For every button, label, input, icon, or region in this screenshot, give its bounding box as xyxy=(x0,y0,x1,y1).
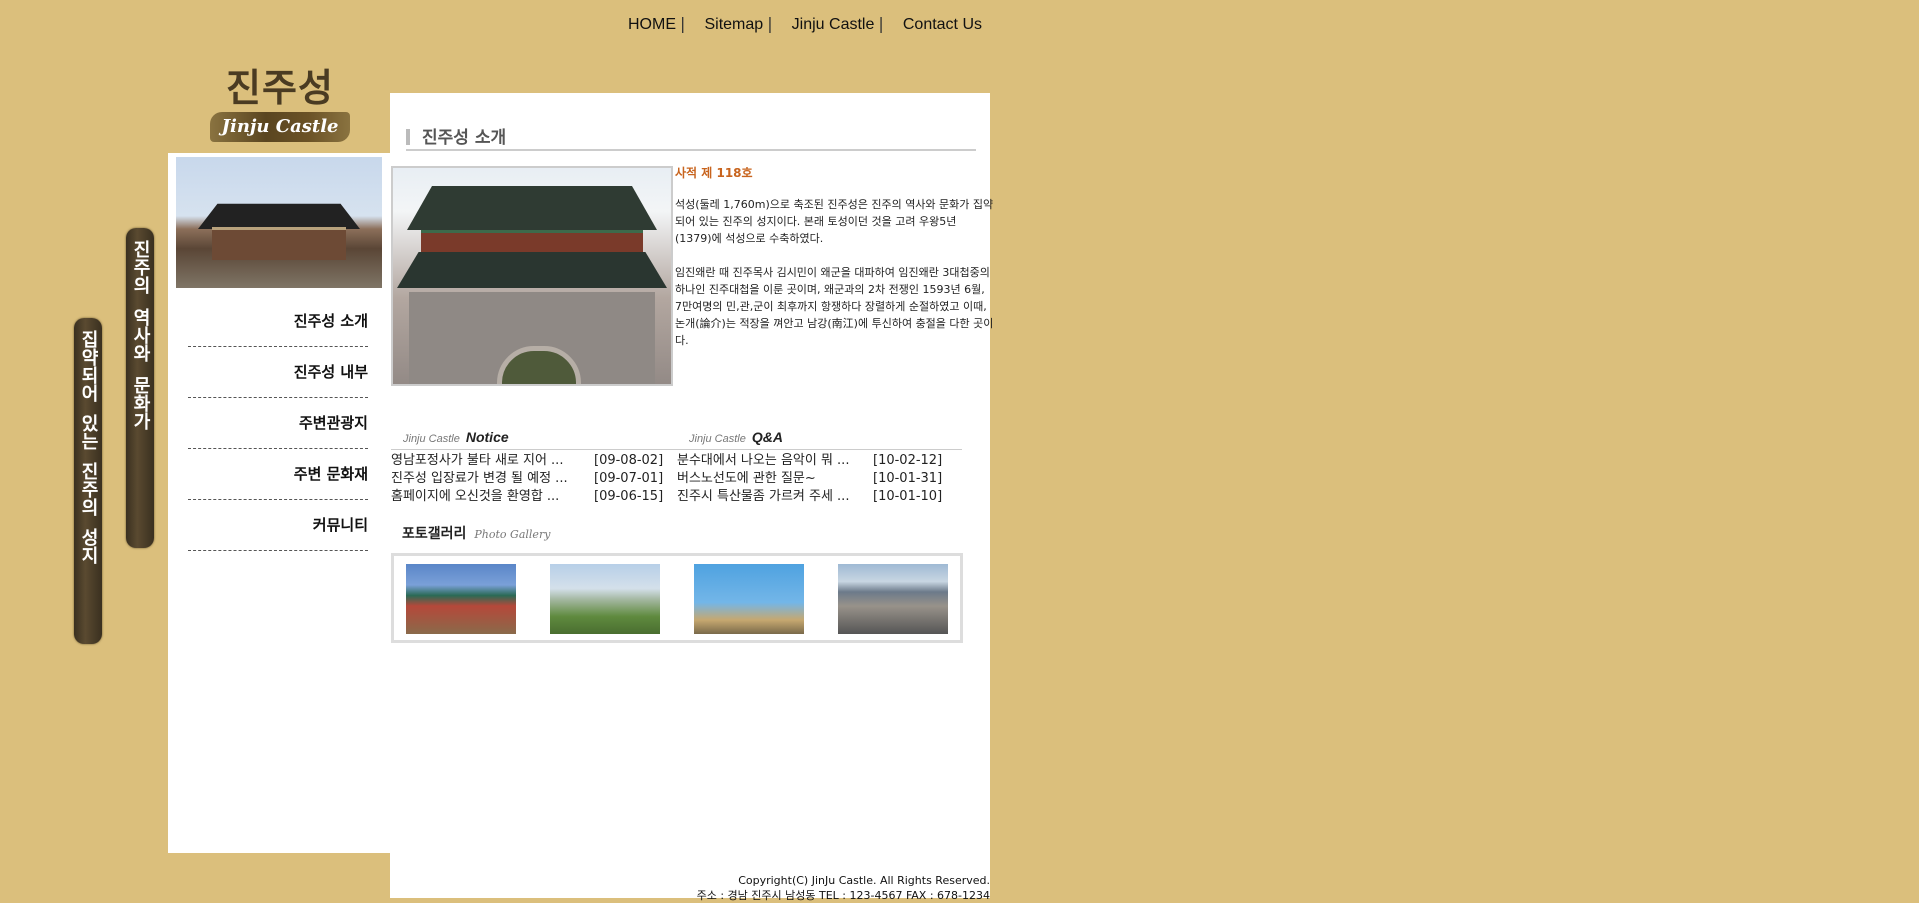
site-logo[interactable]: 진주성 Jinju Castle xyxy=(205,66,355,142)
banner-spacer xyxy=(126,362,154,376)
gallery-subtitle: Photo Gallery xyxy=(474,528,551,541)
pavilion-body xyxy=(212,227,346,260)
section-title-text: 진주성 소개 xyxy=(422,128,507,148)
qna-title: Q&A xyxy=(751,429,783,445)
sidebar-menu: 진주성 소개 진주성 내부 주변관광지 주변 문화재 커뮤니티 xyxy=(188,296,368,551)
description-paragraph-1: 석성(둘레 1,760m)으로 축조된 진주성은 진주의 역사와 문화가 집약되… xyxy=(675,198,994,245)
sidebar-item-nearby-heritage[interactable]: 주변 문화재 xyxy=(188,449,368,500)
banner-spacer xyxy=(74,516,102,528)
castle-description: 사적 제 118호 석성(둘레 1,760m)으로 축조된 진주성은 진주의 역… xyxy=(675,165,995,366)
vertical-banner-history: 진주의 역사와 문화가 xyxy=(126,228,154,548)
logo-korean-text: 진주성 xyxy=(226,65,334,110)
qna-row-date: [10-02-12] xyxy=(873,453,943,468)
footer: Copyright(C) JinJu Castle. All Rights Re… xyxy=(697,873,990,903)
nav-contact-link[interactable]: Contact Us xyxy=(903,16,982,33)
gallery-thumb-rock[interactable] xyxy=(838,564,948,634)
gate-upper-roof xyxy=(407,186,657,230)
qna-row-title[interactable]: 진주시 특산물좀 가르켜 주세 ... xyxy=(677,488,873,506)
sidebar-item-castle-interior[interactable]: 진주성 내부 xyxy=(188,347,368,398)
footer-copyright: Copyright(C) JinJu Castle. All Rights Re… xyxy=(738,874,990,887)
qna-row-date: [10-01-10] xyxy=(873,489,943,504)
photo-gallery xyxy=(391,553,963,643)
sidebar-item-nearby-attractions[interactable]: 주변관광지 xyxy=(188,398,368,449)
footer-address: 주소 : 경남 진주시 남성동 TEL : 123-4567 FAX : 678… xyxy=(696,889,990,902)
banner-word: 진주의 xyxy=(130,240,151,294)
notice-row-date: [09-08-02] xyxy=(594,453,664,468)
notice-row-title[interactable]: 영남포정사가 불타 새로 지어 ... xyxy=(391,452,594,470)
nav-separator: | xyxy=(767,14,773,33)
left-sidebar: 진주성 소개 진주성 내부 주변관광지 주변 문화재 커뮤니티 xyxy=(168,153,390,853)
banner-word: 있는 xyxy=(78,414,99,450)
gallery-title-text: 포토갤러리 xyxy=(402,526,467,542)
notice-row-date: [09-07-01] xyxy=(594,471,664,486)
section-title: 진주성 소개 xyxy=(406,123,976,151)
gate-lower-roof xyxy=(397,252,667,288)
banner-spacer xyxy=(74,402,102,414)
qna-header[interactable]: Jinju Castle Q&A xyxy=(677,429,962,450)
top-navigation: HOME | Sitemap | Jinju Castle | Contact Us xyxy=(628,14,982,34)
notice-row-date: [09-06-15] xyxy=(594,489,664,504)
banner-word: 진주의 xyxy=(78,462,99,516)
banner-spacer xyxy=(126,294,154,308)
nav-home-link[interactable]: HOME xyxy=(628,16,676,33)
pavilion-photo xyxy=(176,157,382,288)
banner-word: 집약되어 xyxy=(78,330,99,402)
qna-row[interactable]: 진주시 특산물좀 가르켜 주세 ... [10-01-10] xyxy=(677,488,962,506)
gallery-thumb-pavilion[interactable] xyxy=(406,564,516,634)
main-content: 진주성 소개 사적 제 118호 석성(둘레 1,760m)으로 축조된 진주성… xyxy=(390,93,993,902)
sidebar-item-castle-intro[interactable]: 진주성 소개 xyxy=(188,296,368,347)
notice-row[interactable]: 영남포정사가 불타 새로 지어 ... [09-08-02] xyxy=(391,452,677,470)
notice-title: Notice xyxy=(465,429,509,445)
banner-spacer xyxy=(74,450,102,462)
qna-row-date: [10-01-31] xyxy=(873,471,943,486)
qna-row[interactable]: 버스노선도에 관한 질문~ [10-01-31] xyxy=(677,470,962,488)
nav-separator: | xyxy=(878,14,884,33)
historic-site-heading: 사적 제 118호 xyxy=(675,166,753,180)
qna-row-title[interactable]: 버스노선도에 관한 질문~ xyxy=(677,470,873,488)
qna-board: Jinju Castle Q&A 분수대에서 나오는 음악이 뭐 ... [10-0… xyxy=(677,429,962,506)
nav-sitemap-link[interactable]: Sitemap xyxy=(704,16,763,33)
qna-row[interactable]: 분수대에서 나오는 음악이 뭐 ... [10-02-12] xyxy=(677,452,962,470)
nav-separator: | xyxy=(680,14,686,33)
notice-row[interactable]: 홈페이지에 오신것을 환영합 ... [09-06-15] xyxy=(391,488,677,506)
qna-brand: Jinju Castle xyxy=(689,433,746,445)
qna-row-title[interactable]: 분수대에서 나오는 음악이 뭐 ... xyxy=(677,452,873,470)
gallery-thumb-garden[interactable] xyxy=(550,564,660,634)
notice-header[interactable]: Jinju Castle Notice xyxy=(391,429,677,450)
gallery-thumb-statue[interactable] xyxy=(694,564,804,634)
banner-word: 역사와 xyxy=(130,308,151,362)
vertical-banner-sanctuary: 집약되어 있는 진주의 성지 xyxy=(74,318,102,644)
castle-gate-photo xyxy=(391,166,673,386)
notice-row-title[interactable]: 홈페이지에 오신것을 환영합 ... xyxy=(391,488,594,506)
banner-word: 성지 xyxy=(78,528,99,564)
sidebar-item-community[interactable]: 커뮤니티 xyxy=(188,500,368,551)
notice-row[interactable]: 진주성 입장료가 변경 될 예정 ... [09-07-01] xyxy=(391,470,677,488)
gallery-title[interactable]: 포토갤러리 Photo Gallery xyxy=(402,523,550,543)
logo-english-text: Jinju Castle xyxy=(210,112,350,142)
banner-word: 문화가 xyxy=(130,376,151,430)
title-bar-decoration xyxy=(406,129,410,145)
notice-brand: Jinju Castle xyxy=(403,433,460,445)
description-paragraph-2: 임진왜란 때 진주목사 김시민이 왜군을 대파하여 임진왜란 3대첩중의 하나인… xyxy=(675,266,994,347)
nav-jinju-castle-link[interactable]: Jinju Castle xyxy=(792,16,875,33)
pavilion-roof xyxy=(198,203,360,229)
notice-board: Jinju Castle Notice 영남포정사가 불타 새로 지어 ... [0… xyxy=(391,429,677,506)
notice-row-title[interactable]: 진주성 입장료가 변경 될 예정 ... xyxy=(391,470,594,488)
